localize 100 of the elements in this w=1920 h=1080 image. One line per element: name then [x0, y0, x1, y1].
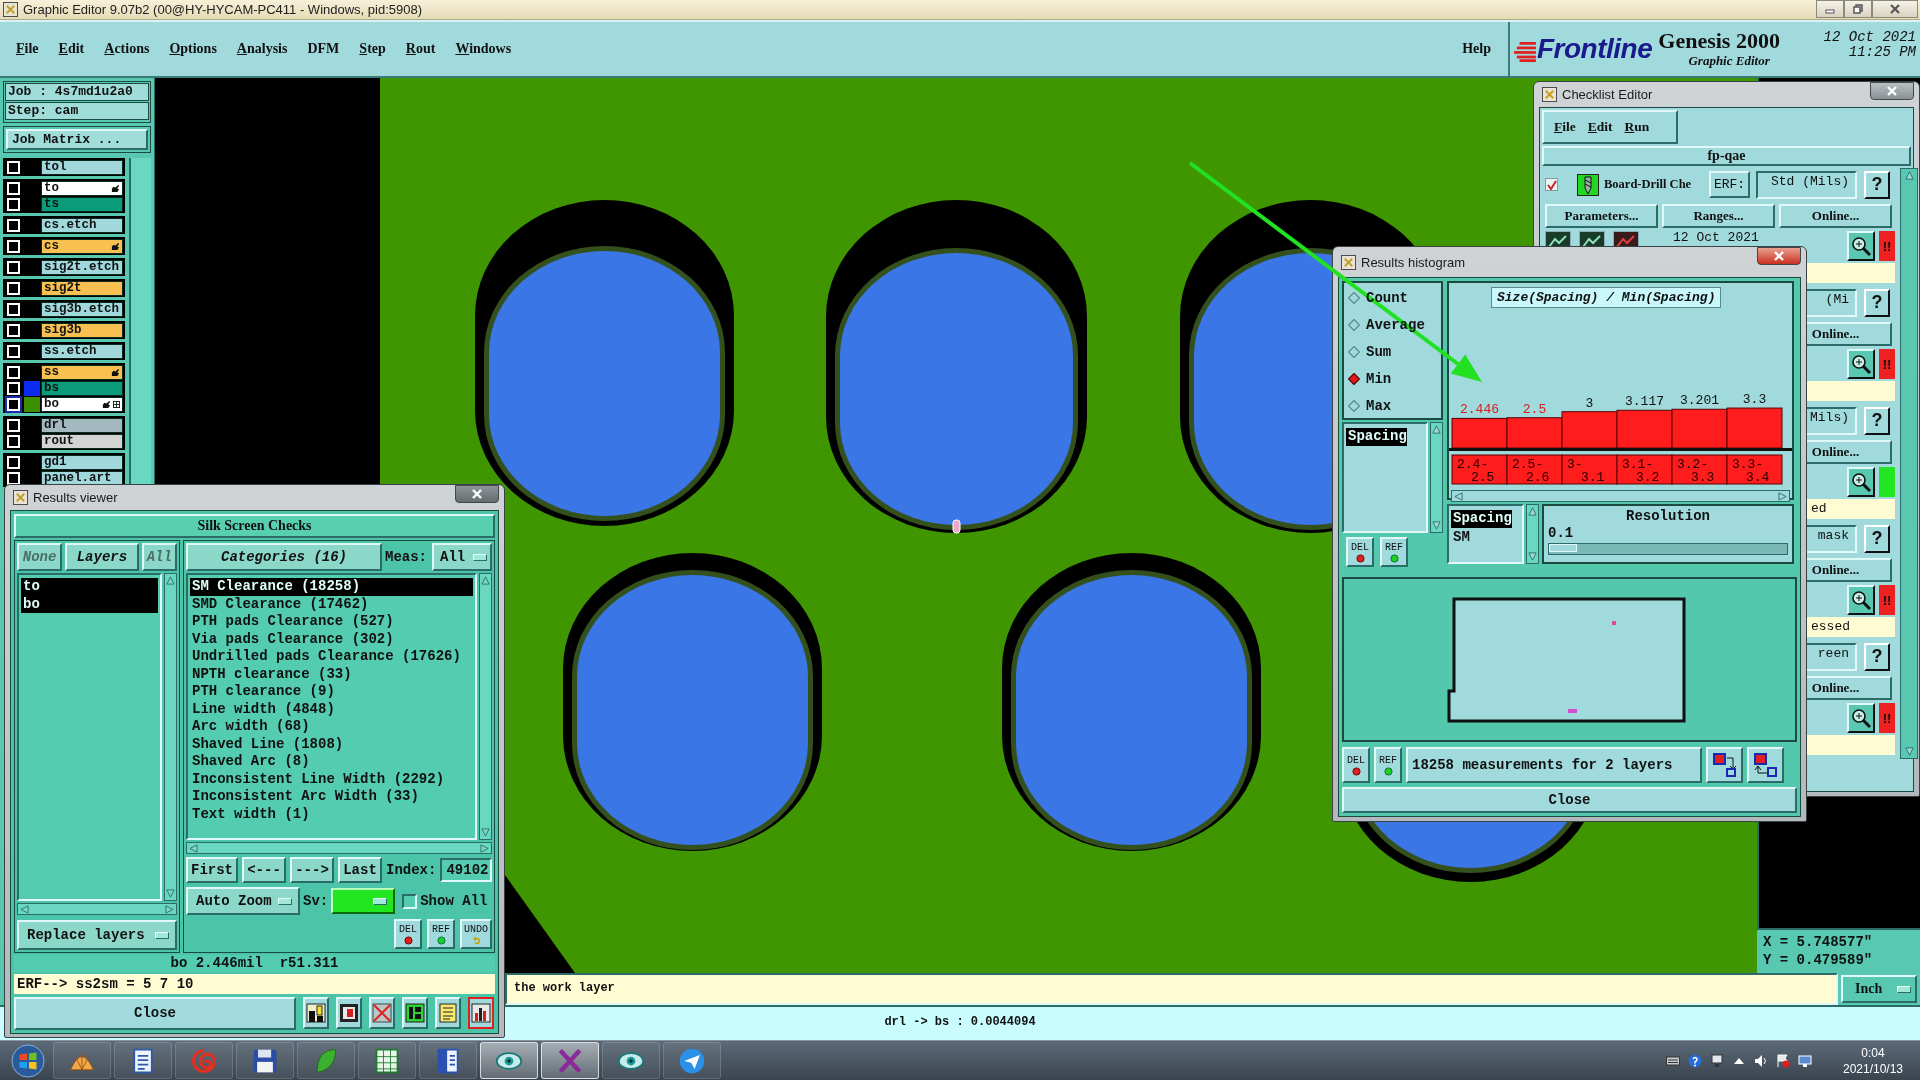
- erf-button[interactable]: ERF:: [1709, 171, 1750, 198]
- layer-checkbox[interactable]: [7, 455, 20, 469]
- navigation-button[interactable]: <---: [242, 857, 286, 883]
- scrollbar[interactable]: [479, 573, 492, 840]
- action-button[interactable]: REF: [427, 919, 455, 949]
- histogram-bar[interactable]: [1561, 411, 1618, 449]
- layer-button[interactable]: to: [41, 180, 123, 196]
- scrollbar[interactable]: [164, 573, 177, 901]
- layer-button[interactable]: ss: [41, 364, 123, 380]
- navigation-button[interactable]: --->: [290, 857, 334, 883]
- zoom-button[interactable]: [1847, 349, 1875, 379]
- taskbar-app-button[interactable]: [419, 1042, 477, 1079]
- zoom-button[interactable]: [1847, 585, 1875, 615]
- layer-button[interactable]: rout: [41, 433, 123, 449]
- categories-button[interactable]: Categories (16): [186, 543, 382, 571]
- menu-item[interactable]: Step: [356, 41, 389, 57]
- layer-checkbox[interactable]: [7, 471, 20, 485]
- navigation-button[interactable]: First: [186, 857, 238, 883]
- layer-checkbox[interactable]: [7, 323, 20, 337]
- list-item[interactable]: Arc width (68): [190, 718, 473, 736]
- layer-checkbox[interactable]: [7, 197, 20, 211]
- layer-button[interactable]: sig3b.etch: [41, 301, 123, 317]
- list-item[interactable]: Shaved Arc (8): [190, 753, 473, 771]
- help-button[interactable]: ?: [1864, 406, 1890, 435]
- restore-button[interactable]: [1844, 0, 1872, 18]
- layer-checkbox[interactable]: [7, 397, 20, 411]
- list-item[interactable]: Inconsistent Arc Width (33): [190, 788, 473, 806]
- meas-dropdown[interactable]: All: [432, 543, 492, 571]
- list-item[interactable]: PTH clearance (9): [190, 683, 473, 701]
- menu-item[interactable]: File: [1554, 119, 1576, 135]
- tool-button[interactable]: [468, 997, 494, 1029]
- erf-field[interactable]: Std (Mils): [1756, 170, 1857, 199]
- menu-item[interactable]: Analysis: [233, 41, 291, 57]
- scrollbar[interactable]: [186, 842, 492, 854]
- list-item[interactable]: Via pads Clearance (302): [190, 630, 473, 648]
- histogram-bar[interactable]: [1506, 417, 1563, 449]
- import-button[interactable]: [1747, 747, 1784, 783]
- index-field[interactable]: 49102: [440, 858, 492, 882]
- slider-thumb[interactable]: [1549, 544, 1577, 552]
- close-button[interactable]: [455, 485, 499, 503]
- list-item[interactable]: Line width (4848): [190, 700, 473, 718]
- export-button[interactable]: [1706, 747, 1743, 783]
- action-button[interactable]: UNDO: [460, 919, 492, 949]
- action-button[interactable]: REF: [1374, 747, 1402, 783]
- help-button[interactable]: ?: [1864, 170, 1890, 199]
- zoom-mode-dropdown[interactable]: Auto Zoom: [186, 887, 300, 915]
- menu-item[interactable]: Edit: [55, 41, 88, 57]
- severity-dropdown[interactable]: [331, 888, 396, 914]
- menu-item[interactable]: Run: [1624, 119, 1650, 135]
- layer-button[interactable]: bo: [41, 396, 123, 412]
- taskbar-app-button[interactable]: [602, 1042, 660, 1079]
- taskbar-app-button[interactable]: [114, 1042, 172, 1079]
- histogram-bar[interactable]: [1616, 409, 1673, 449]
- minimize-button[interactable]: [1816, 0, 1844, 18]
- close-button[interactable]: [1870, 82, 1914, 100]
- list-item[interactable]: Shaved Line (1808): [190, 735, 473, 753]
- show-all-checkbox[interactable]: [402, 893, 418, 909]
- list-item[interactable]: Spacing: [1451, 510, 1512, 528]
- layer-filter-button[interactable]: Layers: [65, 543, 139, 571]
- scrollbar[interactable]: [1526, 504, 1539, 564]
- layer-button[interactable]: cs: [41, 238, 123, 254]
- job-matrix-button[interactable]: Job Matrix ...: [6, 129, 148, 150]
- layer-button[interactable]: drl: [41, 417, 123, 433]
- action-button[interactable]: REF: [1380, 537, 1408, 567]
- taskbar-app-button[interactable]: [480, 1042, 538, 1079]
- list-item[interactable]: Spacing: [1346, 428, 1407, 446]
- layer-button[interactable]: sig3b: [41, 322, 123, 338]
- scrollbar[interactable]: [1900, 168, 1918, 759]
- menu-item[interactable]: DFM: [304, 41, 343, 57]
- zoom-button[interactable]: [1847, 703, 1875, 733]
- help-button[interactable]: ?: [1864, 524, 1890, 553]
- list-item[interactable]: SMD Clearance (17462): [190, 595, 473, 613]
- help-button[interactable]: ?: [1864, 642, 1890, 671]
- layer-checkbox[interactable]: [7, 218, 20, 232]
- mode-radio[interactable]: Sum: [1348, 338, 1441, 365]
- scrollbar[interactable]: [1430, 422, 1443, 533]
- mode-radio[interactable]: Min: [1348, 365, 1441, 392]
- layer-button[interactable]: ss.etch: [41, 343, 123, 359]
- menu-item[interactable]: Options: [166, 41, 220, 57]
- taskbar-app-button[interactable]: [358, 1042, 416, 1079]
- layer-checkbox[interactable]: [7, 302, 20, 316]
- layer-checkbox[interactable]: [7, 381, 20, 395]
- list-item[interactable]: SM Clearance (18258): [190, 578, 473, 596]
- layer-button[interactable]: cs.etch: [41, 217, 123, 233]
- histogram-bar[interactable]: [1726, 407, 1783, 449]
- check-checkbox[interactable]: [1545, 178, 1558, 191]
- scrollbar[interactable]: [1451, 490, 1790, 502]
- layer-checkbox[interactable]: [7, 365, 20, 379]
- list-item[interactable]: Undrilled pads Clearance (17626): [190, 648, 473, 666]
- help-menu[interactable]: Help: [1459, 41, 1494, 57]
- resolution-slider[interactable]: [1548, 543, 1788, 555]
- layer-button[interactable]: gd1: [41, 454, 123, 470]
- menu-item[interactable]: Edit: [1587, 119, 1613, 135]
- replace-layers-dropdown[interactable]: Replace layers: [17, 920, 177, 950]
- layer-checkbox[interactable]: [7, 418, 20, 432]
- menu-item[interactable]: File: [13, 41, 42, 57]
- help-button[interactable]: ?: [1864, 288, 1890, 317]
- histogram-bar[interactable]: [1451, 417, 1508, 449]
- units-dropdown[interactable]: Inch: [1841, 975, 1917, 1003]
- layer-checkbox[interactable]: [7, 160, 20, 174]
